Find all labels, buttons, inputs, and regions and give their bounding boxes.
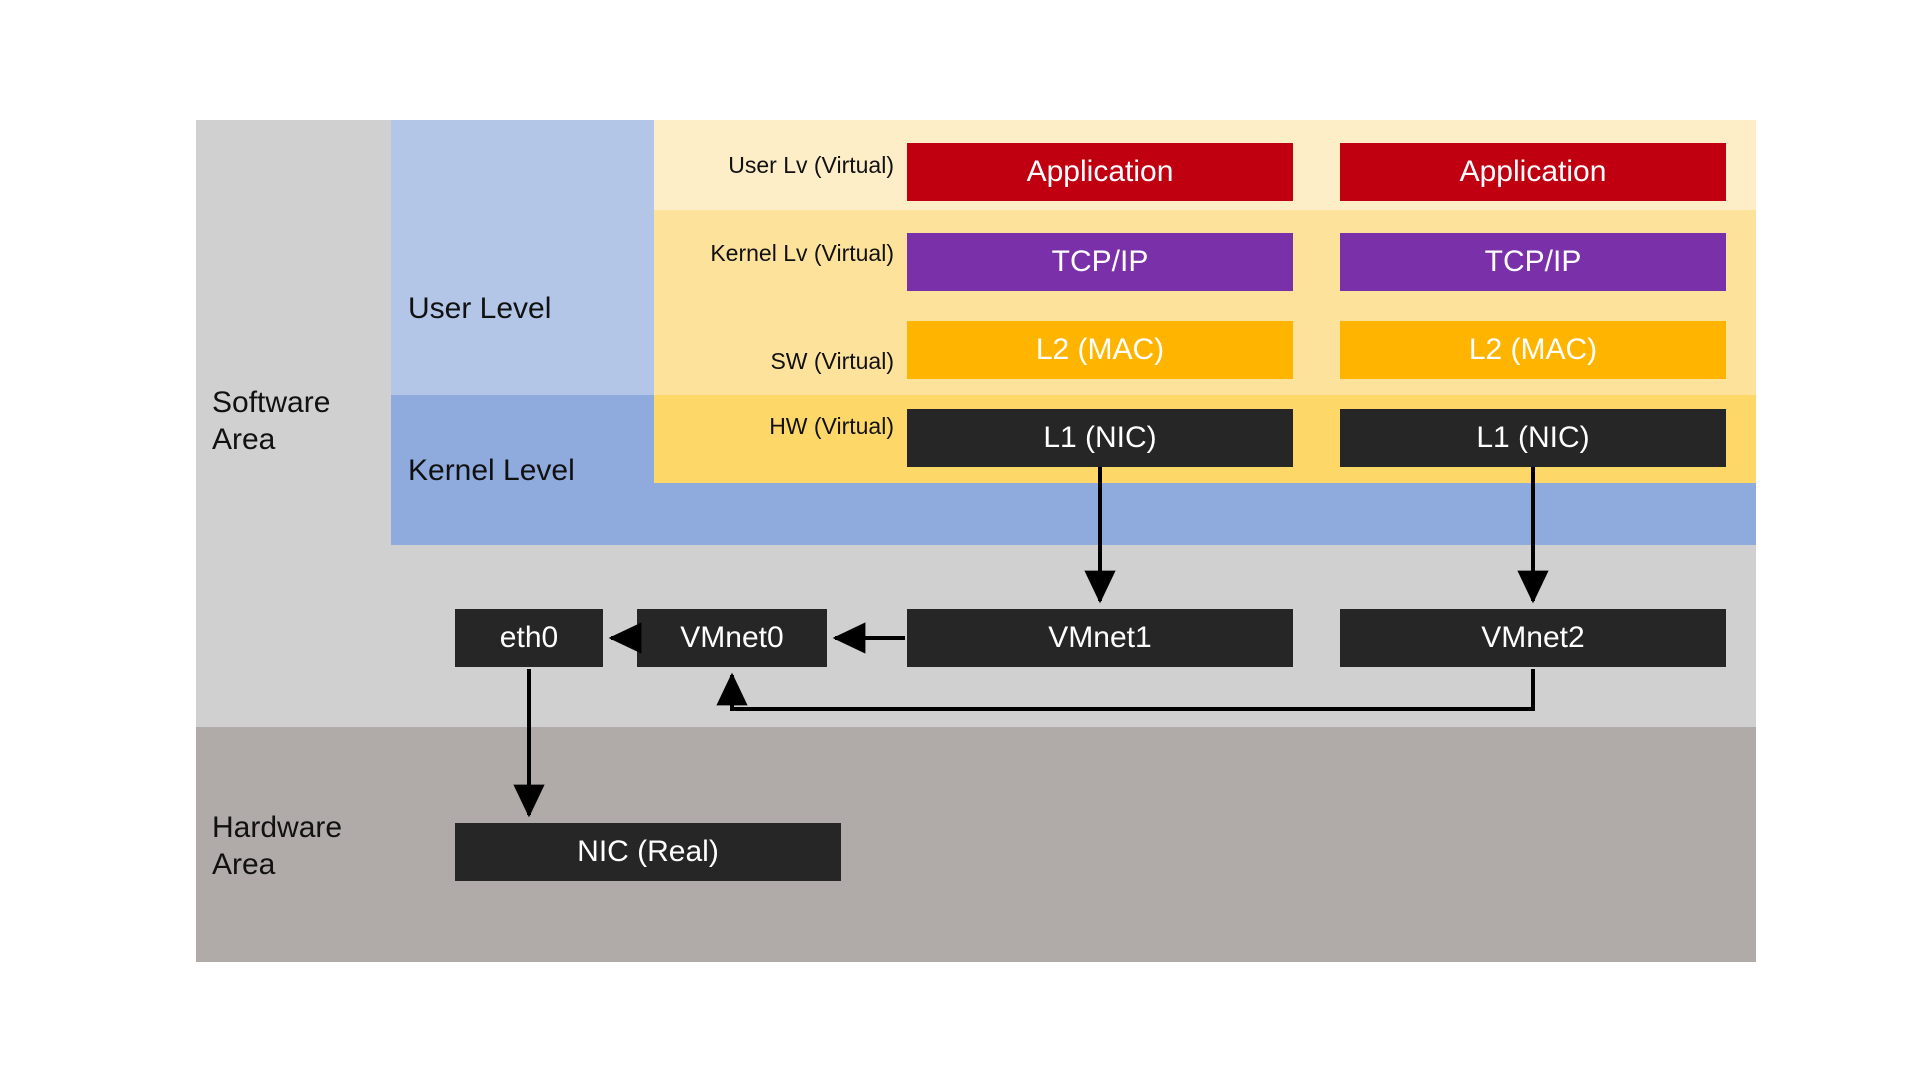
node-vm1-l1-nic[interactable]: L1 (NIC) xyxy=(907,409,1293,467)
node-vm1-l2-mac[interactable]: L2 (MAC) xyxy=(907,321,1293,379)
node-vm2-l2-mac[interactable]: L2 (MAC) xyxy=(1340,321,1726,379)
node-vmnet2[interactable]: VMnet2 xyxy=(1340,609,1726,667)
node-vm1-tcp-ip[interactable]: TCP/IP xyxy=(907,233,1293,291)
node-vm2-application[interactable]: Application xyxy=(1340,143,1726,201)
diagram-canvas: Software Area Hardware Area User Level K… xyxy=(0,0,1920,1080)
kernel-level-label: Kernel Level xyxy=(408,454,575,487)
node-vm1-application[interactable]: Application xyxy=(907,143,1293,201)
software-area-label: Software Area xyxy=(212,386,331,456)
user-level-label: User Level xyxy=(408,292,552,325)
node-vmnet0[interactable]: VMnet0 xyxy=(637,609,827,667)
hardware-area-label: Hardware Area xyxy=(212,811,343,881)
row-label-sw: SW (Virtual) xyxy=(770,348,894,374)
node-nic-real[interactable]: NIC (Real) xyxy=(455,823,841,881)
row-label-kernel-lv: Kernel Lv (Virtual) xyxy=(710,240,894,266)
node-vm2-l1-nic[interactable]: L1 (NIC) xyxy=(1340,409,1726,467)
node-vm2-tcp-ip[interactable]: TCP/IP xyxy=(1340,233,1726,291)
node-vmnet1[interactable]: VMnet1 xyxy=(907,609,1293,667)
row-label-hw: HW (Virtual) xyxy=(769,413,894,439)
row-label-user-lv: User Lv (Virtual) xyxy=(728,152,894,178)
hardware-area-band xyxy=(196,727,1756,962)
node-eth0[interactable]: eth0 xyxy=(455,609,603,667)
